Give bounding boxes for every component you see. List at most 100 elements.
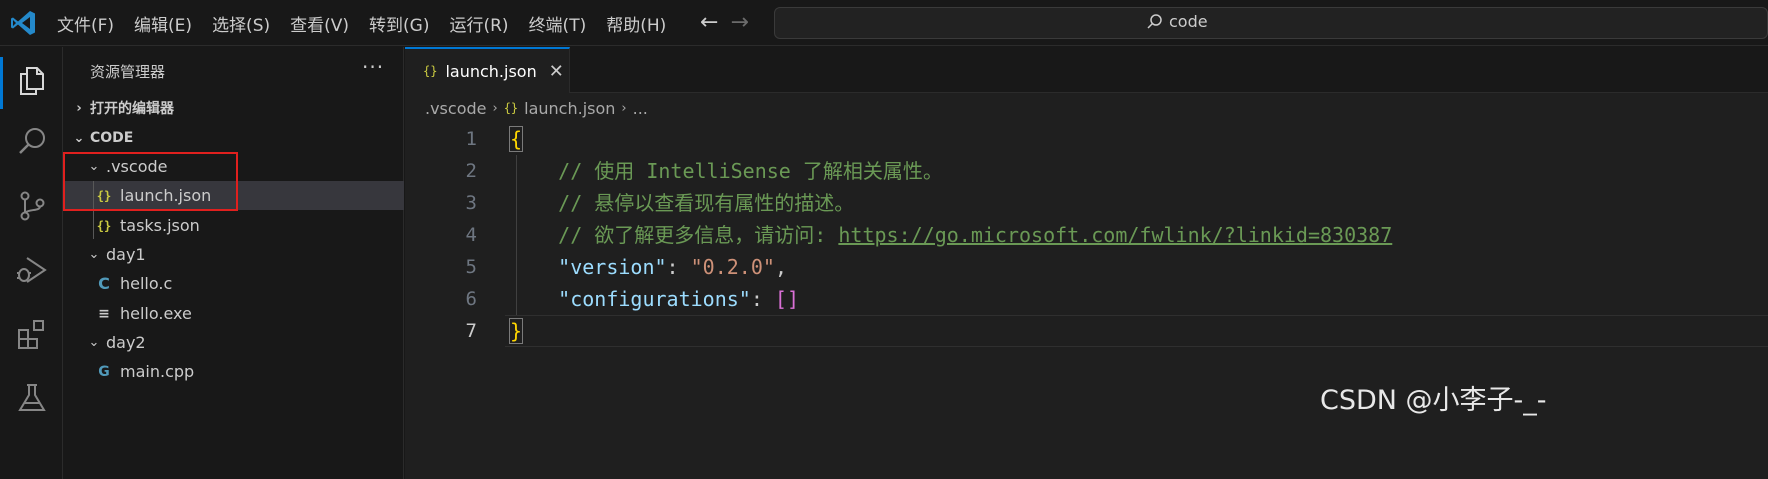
menu-item[interactable]: 编辑(E) — [134, 11, 192, 36]
tree-label: main.cpp — [120, 362, 195, 381]
exe-file-icon: ≡ — [98, 305, 110, 322]
search-icon[interactable] — [15, 125, 49, 159]
code-content: } — [508, 315, 524, 347]
chevron-right-icon: › — [621, 100, 627, 116]
tree-label: day1 — [106, 245, 146, 264]
code-line: 1{ — [405, 123, 1768, 155]
cpp-file-icon: G — [98, 363, 110, 380]
menu-item[interactable]: 文件(F) — [57, 11, 114, 36]
c-file-icon: C — [98, 274, 110, 293]
menu-item[interactable]: 查看(V) — [290, 11, 349, 36]
line-number: 7 — [465, 320, 477, 342]
tab-label: launch.json — [445, 61, 537, 81]
tab-bar: {} launch.json ✕ — [405, 47, 1768, 93]
menu-bar: 文件(F) 编辑(E) 选择(S) 查看(V) 转到(G) 运行(R) 终端(T) 帮助(H) — [57, 0, 686, 46]
run-debug-icon[interactable] — [15, 253, 49, 287]
sidebar-title: 资源管理器 — [90, 63, 166, 81]
line-number: 4 — [465, 224, 477, 246]
tree-label: hello.c — [120, 274, 173, 293]
code-line: 6 "configurations": [] — [405, 283, 1768, 315]
code-content: // 欲了解更多信息，请访问: https://go.microsoft.com… — [510, 219, 1392, 251]
tree-file[interactable]: ≡ hello.exe — [64, 299, 404, 328]
code-line: 2 // 使用 IntelliSense 了解相关属性。 — [405, 155, 1768, 187]
highlight-box — [63, 152, 238, 211]
code-token: // 悬停以查看现有属性的描述。 — [510, 191, 855, 215]
chevron-right-icon: › — [76, 100, 82, 116]
tree-file[interactable]: Chello.c — [64, 269, 404, 298]
folder-label: CODE — [90, 130, 134, 146]
command-center-search[interactable]: code — [774, 7, 1768, 39]
search-text: code — [1169, 12, 1208, 31]
line-number: 2 — [465, 160, 477, 182]
code-line: 4 // 欲了解更多信息，请访问: https://go.microsoft.c… — [405, 219, 1768, 251]
code-token: // 使用 IntelliSense 了解相关属性。 — [510, 159, 943, 183]
chevron-down-icon: ⌄ — [73, 130, 85, 146]
vscode-logo-icon — [11, 11, 35, 35]
source-control-icon[interactable] — [15, 189, 49, 223]
json-file-icon: {} — [96, 218, 112, 233]
activity-bar — [0, 47, 63, 479]
arrow-right-icon[interactable]: → — [730, 10, 748, 36]
chevron-down-icon: ⌄ — [88, 335, 100, 350]
menu-item[interactable]: 选择(S) — [212, 11, 270, 36]
explorer-icon[interactable] — [15, 63, 49, 97]
navigation-controls: ← → — [700, 10, 761, 36]
code-token: // 欲了解更多信息，请访问: — [510, 223, 839, 247]
editor-area: {} launch.json ✕ .vscode › {} launch.jso… — [405, 47, 1768, 479]
code-content: // 悬停以查看现有属性的描述。 — [510, 187, 854, 219]
code-token: "version" — [558, 255, 667, 279]
code-token: : — [666, 255, 691, 279]
arrow-left-icon[interactable]: ← — [700, 10, 718, 36]
breadcrumb-item[interactable]: .vscode — [425, 99, 486, 118]
code-line: 5 "version": "0.2.0", — [405, 251, 1768, 283]
tab-launch-json[interactable]: {} launch.json ✕ — [405, 47, 570, 93]
code-line: 3 // 悬停以查看现有属性的描述。 — [405, 187, 1768, 219]
folder-section[interactable]: ⌄ CODE — [64, 124, 404, 152]
open-editors-section[interactable]: › 打开的编辑器 — [64, 94, 404, 122]
tree-file[interactable]: {} tasks.json — [64, 211, 404, 240]
more-actions-icon[interactable]: ··· — [362, 55, 384, 79]
code-content: { — [508, 123, 524, 155]
code-token: "configurations" — [558, 287, 751, 311]
extensions-icon[interactable] — [15, 317, 49, 351]
tree-file[interactable]: Gmain.cpp — [64, 357, 404, 386]
chevron-down-icon: ⌄ — [88, 247, 100, 262]
line-number: 3 — [465, 192, 477, 214]
explorer-sidebar: 资源管理器 ··· › 打开的编辑器 ⌄ CODE ⌄ .vscode{} laun… — [64, 47, 404, 479]
menu-item[interactable]: 终端(T) — [529, 11, 587, 36]
open-editors-label: 打开的编辑器 — [90, 101, 174, 117]
code-token: : — [750, 287, 775, 311]
tree-label: tasks.json — [120, 216, 200, 235]
testing-icon[interactable] — [15, 381, 49, 415]
code-token[interactable]: https://go.microsoft.com/fwlink/?linkid=… — [838, 223, 1392, 247]
code-content: "configurations": [] — [510, 283, 799, 315]
tree-label: day2 — [106, 333, 146, 352]
watermark: CSDN @小李子-_- — [1320, 385, 1547, 416]
code-token: } — [508, 318, 524, 344]
menu-item[interactable]: 运行(R) — [449, 11, 508, 36]
breadcrumb-item[interactable]: launch.json — [524, 99, 615, 118]
line-number: 5 — [465, 256, 477, 278]
breadcrumb-item[interactable]: ... — [633, 99, 648, 118]
code-content: // 使用 IntelliSense 了解相关属性。 — [510, 155, 943, 187]
code-token: [] — [774, 287, 800, 311]
json-file-icon: {} — [423, 64, 438, 78]
search-icon — [1147, 13, 1162, 29]
tree-folder[interactable]: ⌄ day1 — [64, 240, 404, 269]
code-token: "0.2.0" — [690, 255, 775, 279]
close-icon[interactable]: ✕ — [549, 61, 564, 82]
code-token: , — [774, 255, 787, 279]
menu-item[interactable]: 帮助(H) — [606, 11, 666, 36]
code-token: { — [508, 126, 524, 152]
code-content: "version": "0.2.0", — [510, 251, 787, 283]
title-bar: 文件(F) 编辑(E) 选择(S) 查看(V) 转到(G) 运行(R) 终端(T) 帮助(H)… — [0, 0, 1768, 46]
line-number: 6 — [465, 288, 477, 310]
line-number: 1 — [465, 128, 477, 150]
json-file-icon: {} — [503, 101, 519, 115]
tree-folder[interactable]: ⌄ day2 — [64, 328, 404, 357]
breadcrumb: .vscode › {} launch.json › ... — [425, 97, 648, 119]
active-indicator — [0, 57, 3, 109]
menu-item[interactable]: 转到(G) — [369, 11, 429, 36]
